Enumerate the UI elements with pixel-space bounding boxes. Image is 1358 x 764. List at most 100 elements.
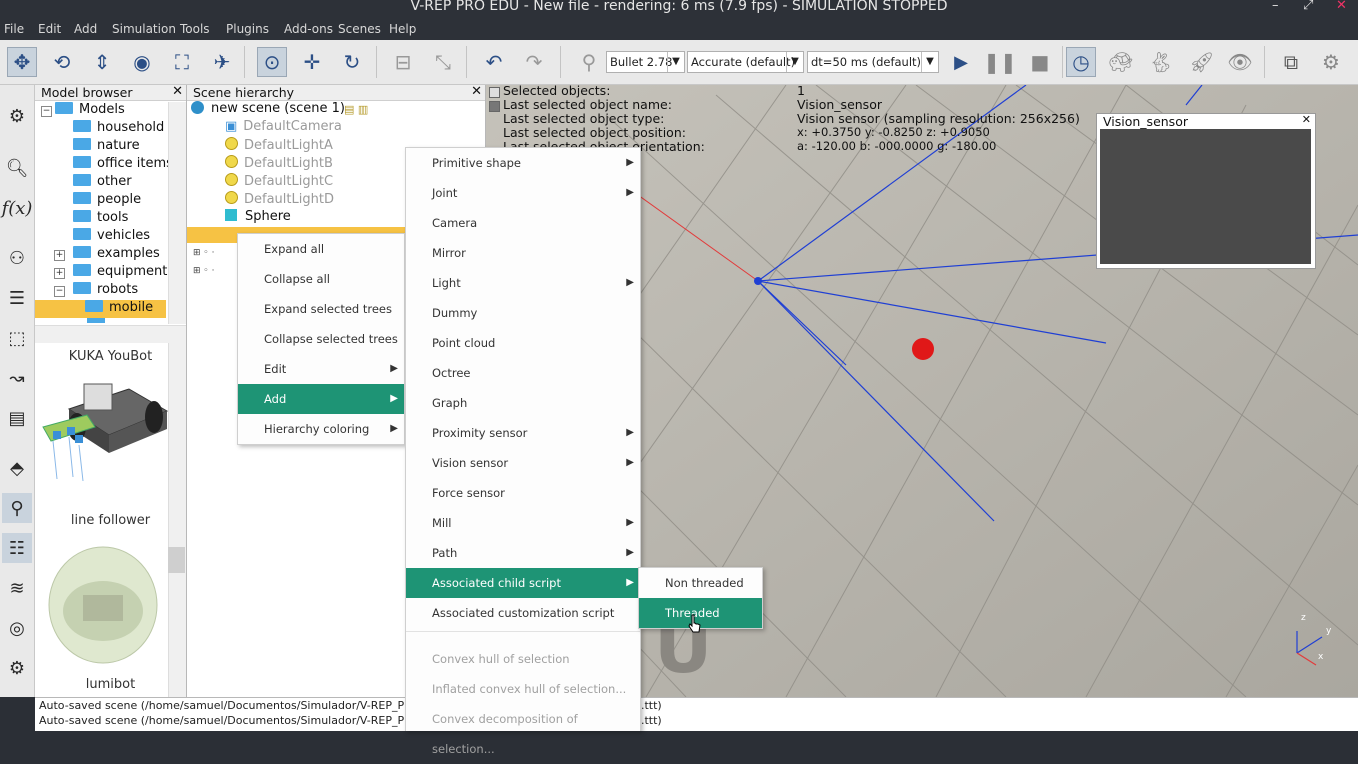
tree-item-household[interactable]: household: [73, 120, 164, 138]
model-browser-icon[interactable]: ⬘: [2, 453, 32, 483]
fly-icon[interactable]: ✈: [207, 47, 237, 77]
menu-item-hierarchy-coloring[interactable]: Hierarchy coloring ▶: [238, 414, 404, 444]
kuka-youbot-thumbnail[interactable]: [39, 369, 169, 499]
menu-plugins[interactable]: Plugins: [226, 22, 269, 36]
collapse-icon[interactable]: −: [41, 106, 52, 117]
click-selection-icon[interactable]: ⊙: [257, 47, 287, 77]
menu-edit[interactable]: Edit: [38, 22, 61, 36]
menu-item-dummy[interactable]: Dummy: [406, 298, 640, 328]
menu-scenes[interactable]: Scenes: [338, 22, 381, 36]
redo-icon[interactable]: ↷: [519, 47, 549, 77]
tree-item-robots[interactable]: robots: [73, 282, 138, 300]
close-icon[interactable]: ✕: [172, 84, 183, 99]
thread-rendering-icon[interactable]: 🚀︎: [1187, 47, 1217, 77]
page-selector-icon[interactable]: ⚙: [1316, 47, 1346, 77]
fit-to-view-icon[interactable]: ⛶: [167, 47, 197, 77]
scene-object-properties-icon[interactable]: 🔍︎: [2, 153, 32, 183]
menu-item-expand-selected[interactable]: Expand selected trees: [238, 294, 404, 324]
collections-icon[interactable]: ⚇: [2, 243, 32, 273]
tree-item-defaultlightd[interactable]: DefaultLightD: [225, 191, 334, 209]
menu-item-collapse-all[interactable]: Collapse all: [238, 264, 404, 294]
menu-item-add[interactable]: Add ▶: [238, 384, 404, 414]
info-toggle-icon[interactable]: [489, 101, 500, 112]
tree-item-tools[interactable]: tools: [73, 210, 128, 228]
menu-item-associated-child-script[interactable]: Associated child script ▶: [406, 568, 640, 598]
tree-item-defaultlighta[interactable]: DefaultLightA: [225, 137, 333, 155]
vision-sensor-window[interactable]: Vision_sensor ✕: [1096, 113, 1316, 269]
slow-down-icon[interactable]: 🐢︎: [1106, 47, 1136, 77]
accuracy-select[interactable]: Accurate (default) ▼: [687, 51, 804, 73]
tree-item-examples[interactable]: examples: [73, 246, 160, 264]
tree-scrollbar[interactable]: [168, 102, 186, 324]
shape-edit-icon[interactable]: ⬚: [2, 323, 32, 353]
camera-angle-icon[interactable]: ◉: [127, 47, 157, 77]
menu-item-light[interactable]: Light ▶: [406, 268, 640, 298]
menu-help[interactable]: Help: [389, 22, 416, 36]
object-shift-icon[interactable]: ✛: [297, 47, 327, 77]
menu-item-mill[interactable]: Mill ▶: [406, 508, 640, 538]
close-icon[interactable]: ✕: [1302, 113, 1311, 126]
simulation-settings-icon[interactable]: ⚙: [2, 101, 32, 131]
tree-item-people[interactable]: people: [73, 192, 141, 210]
collapse-icon[interactable]: −: [54, 286, 65, 297]
stop-icon[interactable]: ■: [1025, 47, 1055, 77]
tree-item-defaultlightb[interactable]: DefaultLightB: [225, 155, 333, 173]
camera-rotate-icon[interactable]: ⟲: [47, 47, 77, 77]
layers-icon[interactable]: ≋: [2, 573, 32, 603]
script-icon[interactable]: ▤ ▥: [344, 103, 368, 116]
scroll-thumb[interactable]: [168, 547, 185, 573]
play-icon[interactable]: ▶: [946, 47, 976, 77]
visualization-icon[interactable]: 👁︎: [1225, 47, 1255, 77]
tree-item-defaultlightc[interactable]: DefaultLightC: [225, 173, 333, 191]
selection-icon[interactable]: ▤: [2, 403, 32, 433]
menu-item-camera[interactable]: Camera: [406, 208, 640, 238]
tree-item-models[interactable]: Models: [55, 102, 125, 120]
tree-item-other[interactable]: other: [73, 174, 132, 192]
camera-shift-icon[interactable]: ⇕: [87, 47, 117, 77]
close-icon[interactable]: ✕: [471, 84, 482, 99]
expand-icon[interactable]: +: [54, 250, 65, 261]
speed-up-icon[interactable]: 🐇︎: [1146, 47, 1176, 77]
scene-root[interactable]: new scene (scene 1): [191, 101, 345, 119]
camera-pan-icon[interactable]: ✥: [7, 47, 37, 77]
scene-hierarchy-icon[interactable]: ⚲: [2, 493, 32, 523]
calculation-modules-icon[interactable]: f(x): [2, 193, 33, 223]
scene-selector-icon[interactable]: ⧉: [1276, 47, 1306, 77]
menu-item-force-sensor[interactable]: Force sensor: [406, 478, 640, 508]
expand-icon[interactable]: ⊞ ◦ ·: [193, 248, 214, 258]
tree-item-office-items[interactable]: office items: [73, 156, 173, 174]
tree-item-mobile[interactable]: mobile: [35, 300, 166, 318]
horizontal-scrollbar[interactable]: [35, 325, 186, 343]
menu-item-expand-all[interactable]: Expand all: [238, 234, 404, 264]
menu-item-associated-customization-script[interactable]: Associated customization script: [406, 598, 640, 628]
menu-item-edit[interactable]: Edit ▶: [238, 354, 404, 384]
path-edit-icon[interactable]: ↝: [2, 363, 32, 393]
menu-item-non-threaded[interactable]: Non threaded: [639, 568, 762, 598]
assemble-icon[interactable]: ⊟: [388, 47, 418, 77]
undo-icon[interactable]: ↶: [479, 47, 509, 77]
menu-add[interactable]: Add: [74, 22, 97, 36]
timestep-select[interactable]: dt=50 ms (default) ▼: [807, 51, 939, 73]
layers-list-icon[interactable]: ☷: [2, 533, 32, 563]
transfer-dna-icon[interactable]: ⤡: [428, 47, 458, 77]
engine-select[interactable]: Bullet 2.78 ▼: [606, 51, 685, 73]
dynamics-toggle-icon[interactable]: ⚲: [574, 47, 604, 77]
tree-item-nature[interactable]: nature: [73, 138, 140, 156]
scripts-icon[interactable]: ☰: [2, 283, 32, 313]
vision-window-header[interactable]: Vision_sensor ✕: [1097, 113, 1315, 129]
menu-item-collapse-selected[interactable]: Collapse selected trees: [238, 324, 404, 354]
menu-file[interactable]: File: [4, 22, 24, 36]
tree-item-equipment[interactable]: equipment: [73, 264, 167, 282]
pause-icon[interactable]: ❚❚: [983, 47, 1017, 77]
menu-tools[interactable]: Tools: [180, 22, 210, 36]
info-toggle-icon[interactable]: [489, 87, 500, 98]
menu-item-joint[interactable]: Joint ▶: [406, 178, 640, 208]
menu-item-proximity-sensor[interactable]: Proximity sensor ▶: [406, 418, 640, 448]
lumibot-thumbnail[interactable]: [45, 535, 165, 665]
tree-item-vehicles[interactable]: vehicles: [73, 228, 150, 246]
minimize-button[interactable]: –: [1272, 0, 1279, 13]
expand-icon[interactable]: ⊞ ◦ ·: [193, 266, 214, 276]
tree-item-sphere[interactable]: Sphere: [225, 209, 291, 227]
menu-item-path[interactable]: Path ▶: [406, 538, 640, 568]
menu-item-point-cloud[interactable]: Point cloud: [406, 328, 640, 358]
